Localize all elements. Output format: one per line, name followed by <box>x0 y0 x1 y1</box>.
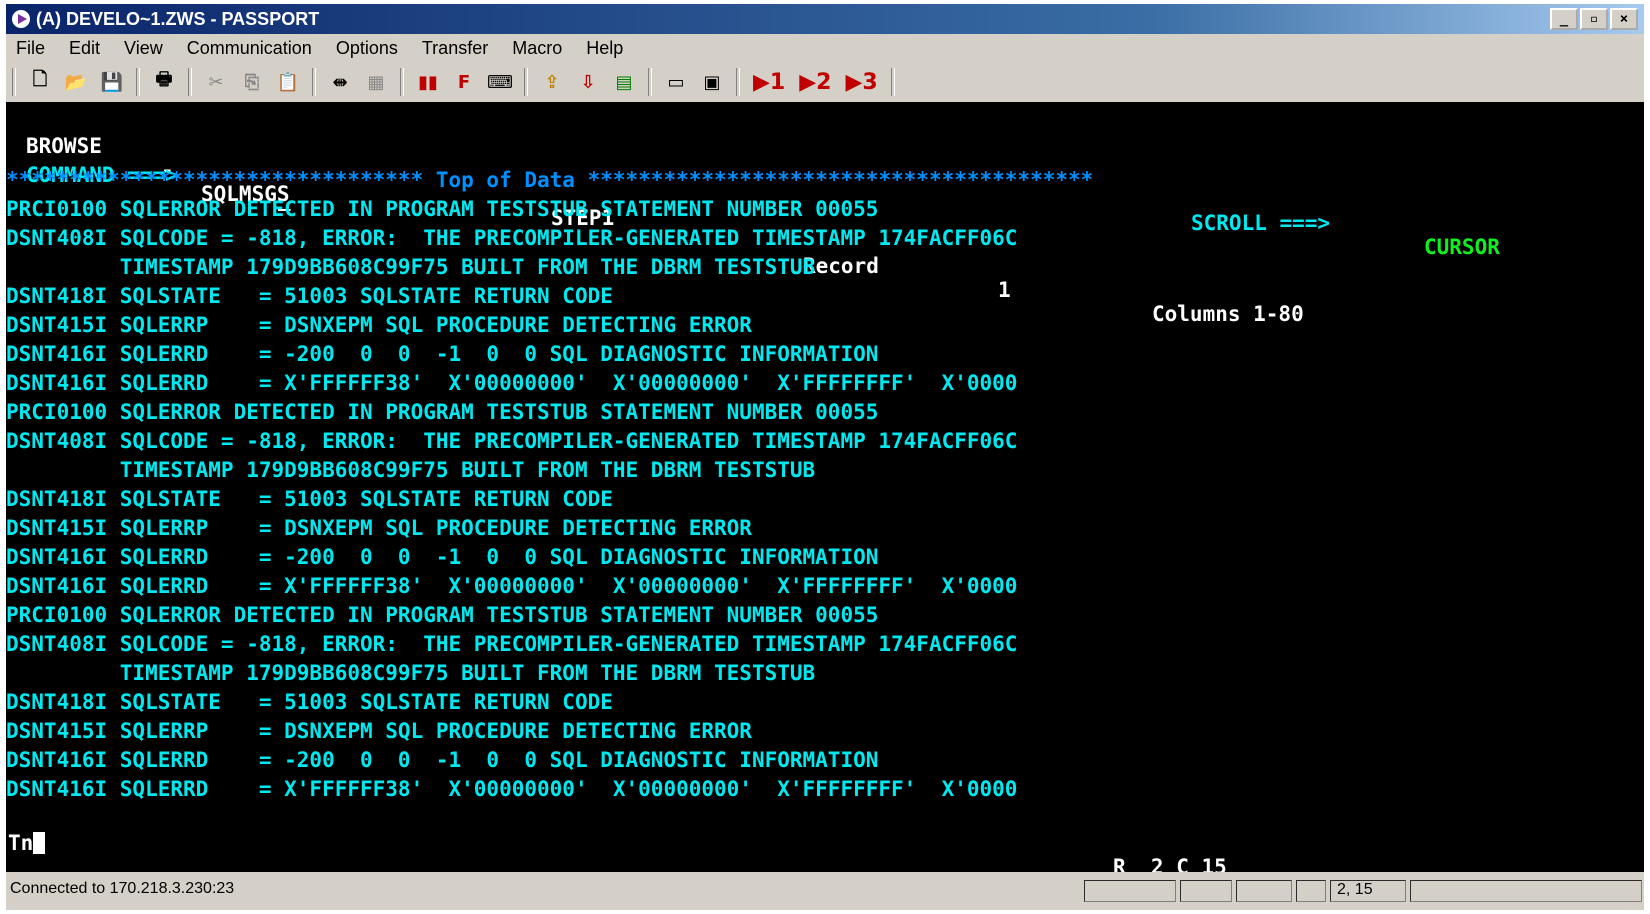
toolbar-separator <box>136 68 140 96</box>
save-icon[interactable]: 💾 <box>97 68 127 96</box>
fonts-icon[interactable]: F <box>449 68 479 96</box>
data-line: TIMESTAMP 179D9BB608C99F75 BUILT FROM TH… <box>6 661 816 685</box>
command-row: COMMAND ===> _ SCROLL ===> CURSOR <box>6 139 1500 259</box>
close-button[interactable]: × <box>1610 8 1638 30</box>
data-line: DSNT415I SQLERRP = DSNXEPM SQL PROCEDURE… <box>6 516 752 540</box>
ftp-icon[interactable]: ▤ <box>609 68 639 96</box>
data-line: TIMESTAMP 179D9BB608C99F75 BUILT FROM TH… <box>6 255 816 279</box>
data-line: DSNT408I SQLCODE = -818, ERROR: THE PREC… <box>6 429 1018 453</box>
status-panel <box>1084 880 1176 902</box>
window-title: (A) DEVELO~1.ZWS - PASSPORT <box>36 9 320 29</box>
data-line: DSNT408I SQLCODE = -818, ERROR: THE PREC… <box>6 226 1018 250</box>
toolbar-separator <box>400 68 404 96</box>
menu-bar: File Edit View Communication Options Tra… <box>6 36 635 62</box>
data-line: DSNT415I SQLERRP = DSNXEPM SQL PROCEDURE… <box>6 313 752 337</box>
status-panel <box>1180 880 1232 902</box>
data-line: PRCI0100 SQLERROR DETECTED IN PROGRAM TE… <box>6 603 879 627</box>
status-panel <box>1236 880 1292 902</box>
oia-session-indicator: Tn <box>8 831 46 855</box>
menu-edit[interactable]: Edit <box>57 36 112 62</box>
cut-icon[interactable]: ✂ <box>201 68 231 96</box>
toolbar-separator <box>188 68 192 96</box>
restore-button[interactable]: ▫ <box>1580 8 1608 30</box>
cursor-position-panel: 2, 15 <box>1330 880 1406 902</box>
menu-view[interactable]: View <box>112 36 175 62</box>
data-line: DSNT418I SQLSTATE = 51003 SQLSTATE RETUR… <box>6 487 613 511</box>
data-line: PRCI0100 SQLERROR DETECTED IN PROGRAM TE… <box>6 400 879 424</box>
toolbar-separator <box>736 68 740 96</box>
data-line: DSNT416I SQLERRD = -200 0 0 -1 0 0 SQL D… <box>6 748 879 772</box>
record-value: 1 <box>998 278 1011 302</box>
block-cursor <box>33 832 46 854</box>
terminal-screen[interactable]: BROWSE - SQLMSGS STEP1 - Record 1 Column… <box>6 102 1644 872</box>
data-line: TIMESTAMP 179D9BB608C99F75 BUILT FROM TH… <box>6 458 816 482</box>
minimize-button[interactable]: _ <box>1550 8 1578 30</box>
data-line: DSNT416I SQLERRD = X'FFFFFF38' X'0000000… <box>6 777 1018 801</box>
status-panel <box>1410 880 1642 902</box>
copy-icon[interactable]: ⎘ <box>237 68 267 96</box>
toolbar: 🗋 📂 💾 🖶 ✂ ⎘ 📋 ⇼ ▦ ▮▮ F ⌨ ⇪ ⇩ ▤ ▭ ▣ ▶1 ▶2… <box>6 64 1644 100</box>
connect-icon[interactable]: ⇼ <box>325 68 355 96</box>
passport-window: (A) DEVELO~1.ZWS - PASSPORT _ ▫ × File E… <box>6 4 1644 910</box>
data-line: DSNT418I SQLSTATE = 51003 SQLSTATE RETUR… <box>6 284 613 308</box>
status-bar: Connected to 170.218.3.230:23 2, 15 <box>6 874 1644 904</box>
title-bar[interactable]: (A) DEVELO~1.ZWS - PASSPORT _ ▫ × <box>6 4 1644 34</box>
macro-3-button[interactable]: ▶3 <box>841 68 881 96</box>
menu-file[interactable]: File <box>6 36 57 62</box>
menu-transfer[interactable]: Transfer <box>410 36 500 62</box>
data-line: DSNT408I SQLCODE = -818, ERROR: THE PREC… <box>6 632 1018 656</box>
print-icon[interactable]: 🖶 <box>149 68 179 96</box>
data-line: DSNT416I SQLERRD = X'FFFFFF38' X'0000000… <box>6 574 1018 598</box>
top-of-data-marker: ********************************* Top of… <box>6 168 1094 192</box>
connection-status: Connected to 170.218.3.230:23 <box>10 880 235 897</box>
window-controls: _ ▫ × <box>1550 8 1638 30</box>
operator-info-area: Tn R 2 C 15 <box>6 807 1644 872</box>
data-line: DSNT416I SQLERRD = X'FFFFFF38' X'0000000… <box>6 371 1018 395</box>
menu-options[interactable]: Options <box>324 36 410 62</box>
data-line: DSNT415I SQLERRP = DSNXEPM SQL PROCEDURE… <box>6 719 752 743</box>
toolbar-separator <box>524 68 528 96</box>
menu-help[interactable]: Help <box>574 36 635 62</box>
data-line: DSNT416I SQLERRD = -200 0 0 -1 0 0 SQL D… <box>6 545 879 569</box>
data-line: DSNT416I SQLERRD = -200 0 0 -1 0 0 SQL D… <box>6 342 879 366</box>
oia-tn-label: Tn <box>8 831 34 855</box>
colors-icon[interactable]: ▮▮ <box>413 68 443 96</box>
macro-2-button[interactable]: ▶2 <box>795 68 835 96</box>
oia-row-col: R 2 C 15 <box>1113 855 1227 872</box>
scroll-value-input[interactable]: CURSOR <box>1424 235 1500 259</box>
menu-communication[interactable]: Communication <box>175 36 324 62</box>
toolbar-separator <box>648 68 652 96</box>
keyboard-icon[interactable]: ⌨ <box>485 68 515 96</box>
toolbar-separator <box>312 68 316 96</box>
toolbar-separator <box>12 68 16 96</box>
paste-icon[interactable]: 📋 <box>273 68 303 96</box>
toolbar-separator <box>890 68 895 96</box>
open-folder-icon[interactable]: 📂 <box>61 68 91 96</box>
status-panel <box>1296 880 1326 902</box>
browse-header-row: BROWSE - SQLMSGS STEP1 - Record 1 Column… <box>6 110 1304 326</box>
send-file-icon[interactable]: ⇪ <box>537 68 567 96</box>
data-line: DSNT418I SQLSTATE = 51003 SQLSTATE RETUR… <box>6 690 613 714</box>
screen-icon[interactable]: ▣ <box>697 68 727 96</box>
menu-macro[interactable]: Macro <box>500 36 574 62</box>
passport-app-icon[interactable] <box>12 10 30 28</box>
data-line: PRCI0100 SQLERROR DETECTED IN PROGRAM TE… <box>6 197 879 221</box>
scroll-label: SCROLL ===> <box>1191 211 1331 235</box>
columns-label: Columns 1-80 <box>1152 302 1304 326</box>
disconnect-icon[interactable]: ▦ <box>361 68 391 96</box>
receive-file-icon[interactable]: ⇩ <box>573 68 603 96</box>
new-file-icon[interactable]: 🗋 <box>25 68 55 96</box>
macro-1-button[interactable]: ▶1 <box>749 68 789 96</box>
display-icon[interactable]: ▭ <box>661 68 691 96</box>
